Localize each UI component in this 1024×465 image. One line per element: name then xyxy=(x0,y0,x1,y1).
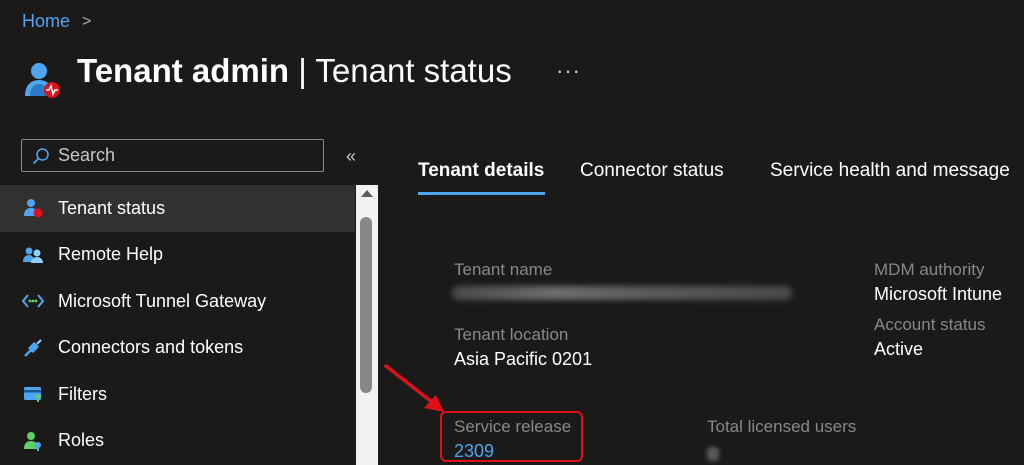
breadcrumb: Home > xyxy=(22,11,91,32)
mdm-authority-value: Microsoft Intune xyxy=(874,284,1003,304)
roles-icon xyxy=(22,430,44,452)
annotation-arrow-icon xyxy=(384,364,444,412)
sidebar-item-roles[interactable]: Roles xyxy=(0,418,355,465)
sidebar-item-remote-help[interactable]: Remote Help xyxy=(0,232,355,279)
account-status-label: Account status xyxy=(874,315,986,334)
tenant-location-value: Asia Pacific 0201 xyxy=(454,349,593,369)
service-release-highlight xyxy=(440,411,583,462)
more-options-icon[interactable]: ··· xyxy=(556,58,581,84)
sidebar-item-filters[interactable]: Filters xyxy=(0,371,355,418)
tab-connector-status[interactable]: Connector status xyxy=(580,160,724,182)
tenant-name-value-redacted xyxy=(452,286,792,300)
tab-tenant-details[interactable]: Tenant details xyxy=(418,160,544,182)
search-icon xyxy=(32,147,49,164)
scroll-up-icon[interactable] xyxy=(361,190,373,197)
search-input[interactable] xyxy=(56,144,310,167)
mdm-authority-label: MDM authority xyxy=(874,260,985,279)
sidebar-item-label: Roles xyxy=(58,430,105,451)
total-licensed-users-label: Total licensed users xyxy=(707,417,857,436)
sidebar-item-tenant-status[interactable]: Tenant status xyxy=(0,185,355,232)
breadcrumb-home-link[interactable]: Home xyxy=(22,11,70,32)
page-title-strong: Tenant admin xyxy=(77,52,290,89)
chevron-right-icon: > xyxy=(82,12,92,30)
remote-help-icon xyxy=(22,244,44,266)
sidebar-item-microsoft-tunnel-gateway[interactable]: Microsoft Tunnel Gateway xyxy=(0,278,355,325)
tab-service-health-and-message[interactable]: Service health and message xyxy=(770,160,1010,182)
page-title-separator: | xyxy=(289,52,316,89)
page-title-rest: Tenant status xyxy=(315,52,512,89)
connectors-icon xyxy=(22,337,44,359)
scrollbar-thumb[interactable] xyxy=(360,217,372,393)
sidebar: Tenant status Remote Help Microsoft Tunn… xyxy=(0,185,355,464)
sidebar-item-connectors-and-tokens[interactable]: Connectors and tokens xyxy=(0,325,355,372)
collapse-sidebar-icon[interactable]: « xyxy=(346,146,356,167)
filters-icon xyxy=(22,383,44,405)
active-tab-indicator xyxy=(418,192,545,195)
account-status-value: Active xyxy=(874,339,924,359)
tunnel-gateway-icon xyxy=(22,290,44,312)
tenant-admin-icon xyxy=(25,63,60,98)
sidebar-item-label: Connectors and tokens xyxy=(58,337,244,358)
search-box[interactable] xyxy=(21,139,324,172)
tenant-status-icon xyxy=(22,197,44,219)
total-licensed-users-value-redacted xyxy=(707,447,719,461)
tenant-location-label: Tenant location xyxy=(454,325,569,344)
sidebar-item-label: Tenant status xyxy=(58,197,166,218)
tenant-name-label: Tenant name xyxy=(454,260,553,279)
sidebar-item-label: Microsoft Tunnel Gateway xyxy=(58,290,267,311)
sidebar-item-label: Remote Help xyxy=(58,244,164,265)
page-title: Tenant admin | Tenant status xyxy=(77,52,512,90)
sidebar-item-label: Filters xyxy=(58,383,107,404)
